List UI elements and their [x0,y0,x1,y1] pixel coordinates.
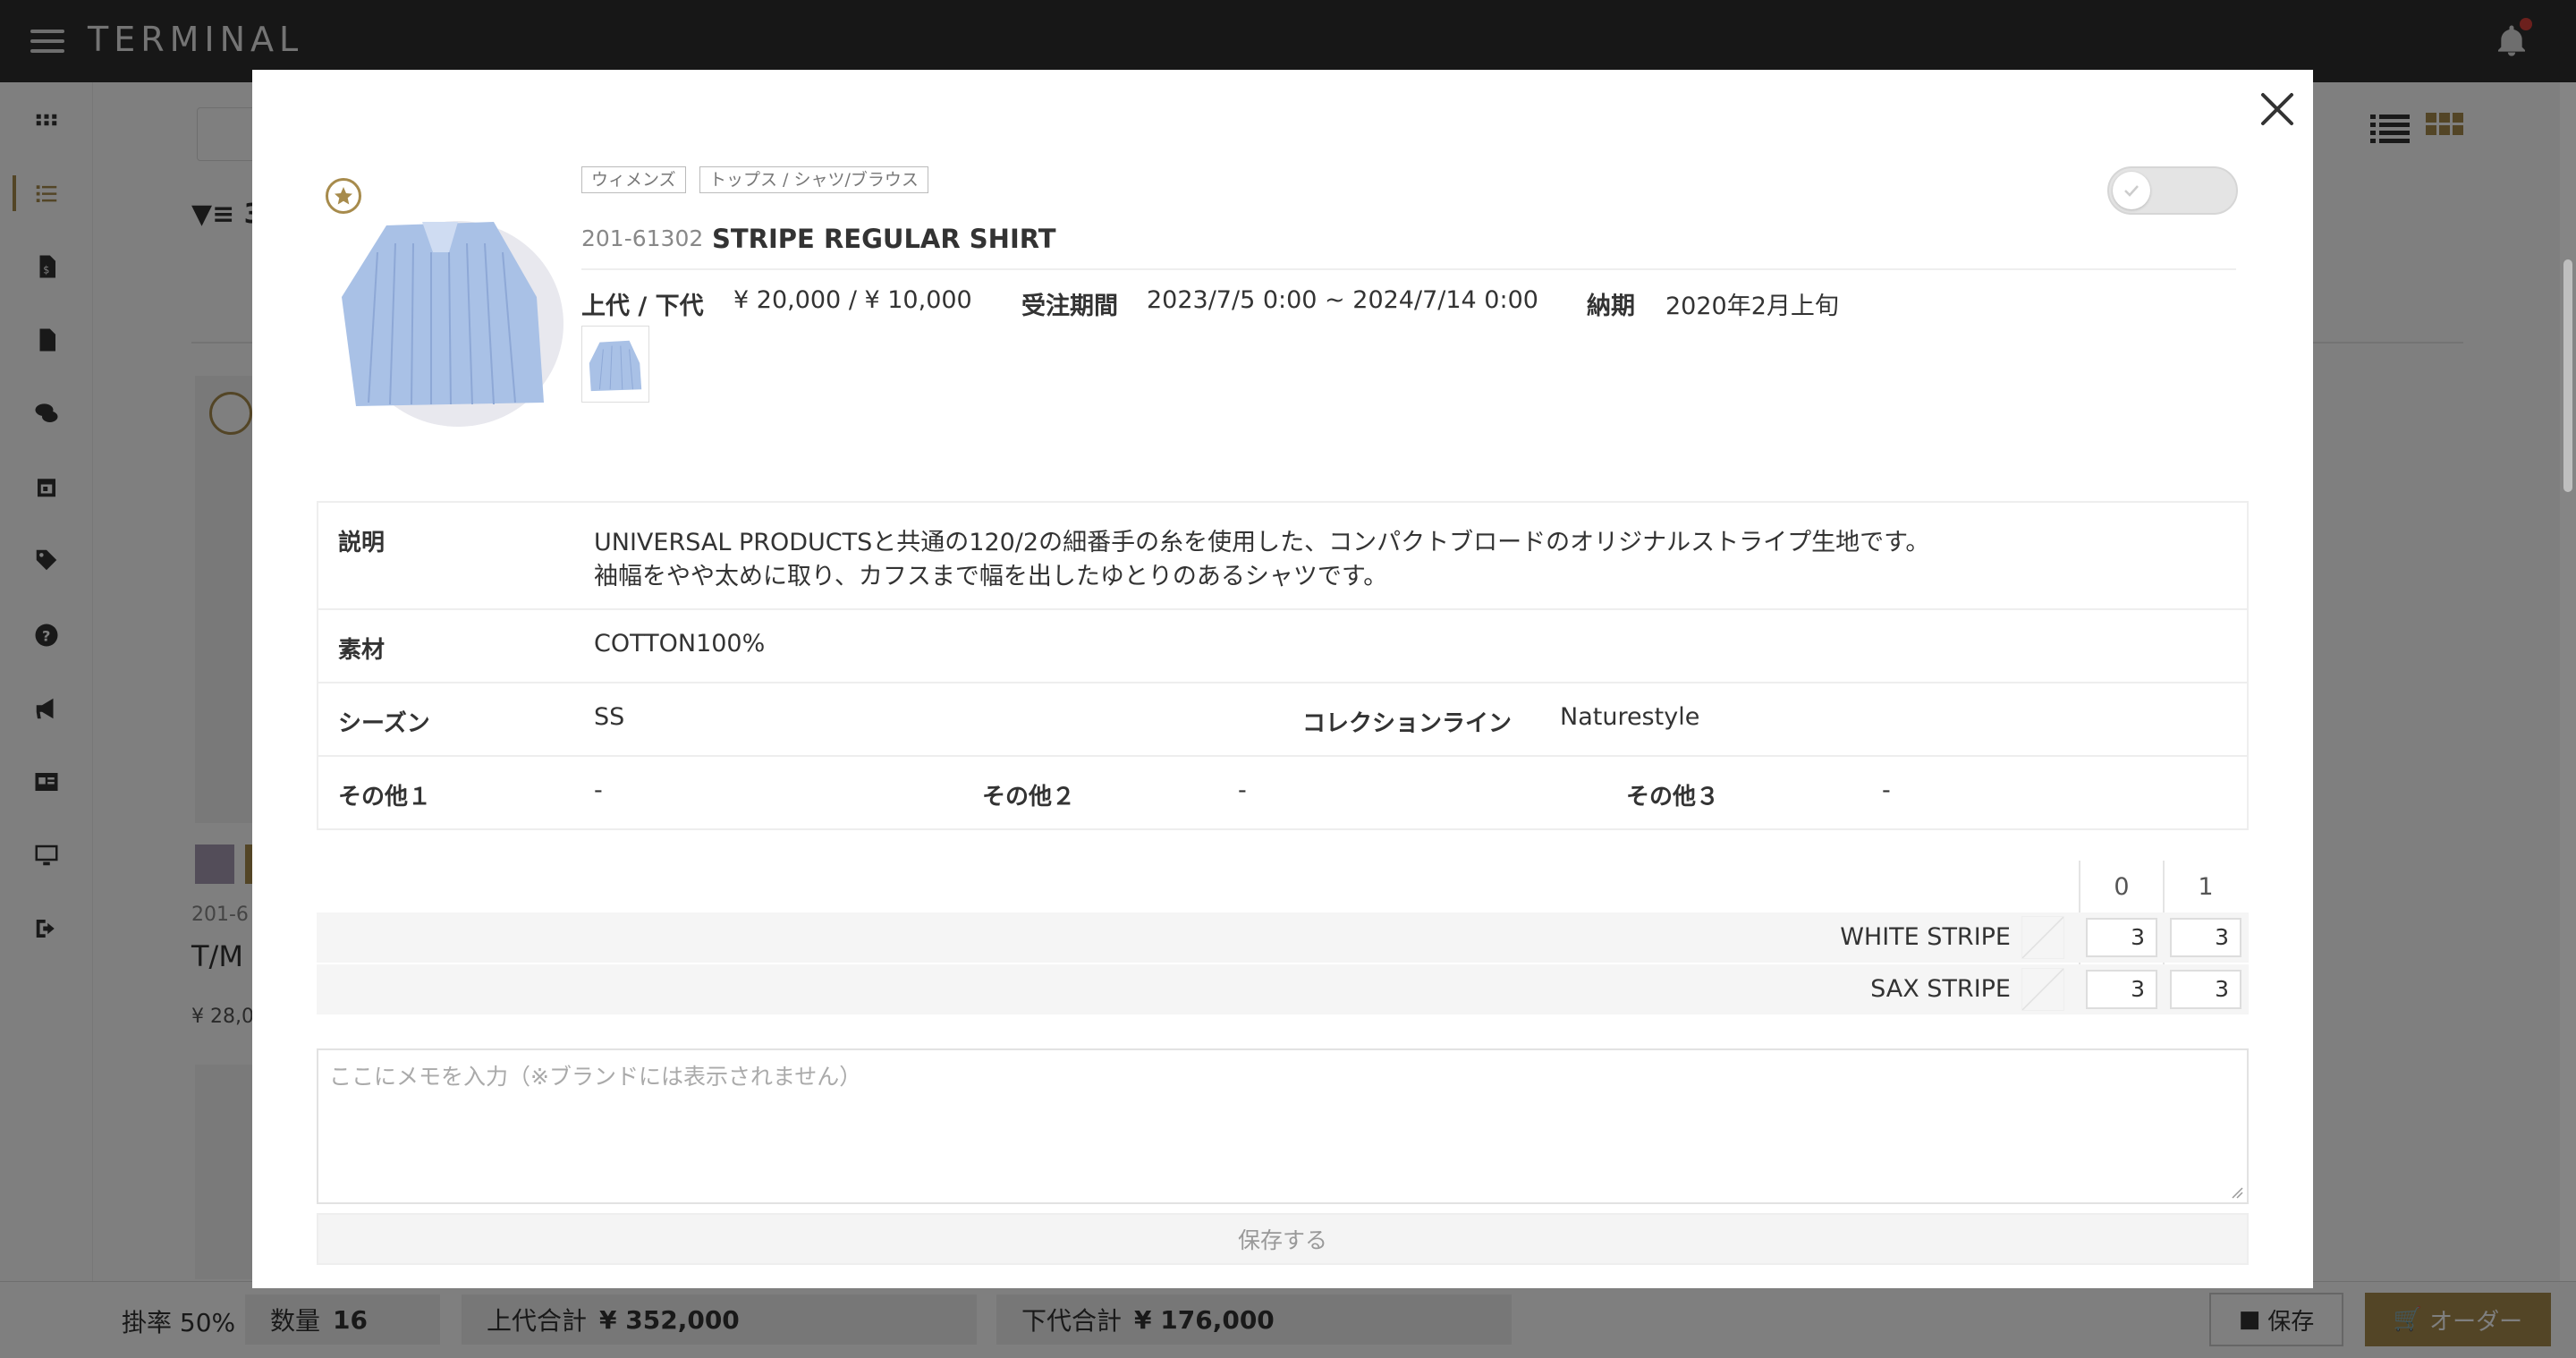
quantity-input[interactable]: 3 [2170,918,2241,957]
divider [581,268,2236,270]
quantity-input[interactable]: 3 [2170,970,2241,1009]
category-tag: トップス / シャツ/ブラウス [699,166,928,193]
season-row: シーズン SS コレクションライン Naturestyle [318,683,2247,757]
memo-textarea[interactable]: ここにメモを入力（※ブランドには表示されません） [317,1048,2249,1204]
favorite-star-icon[interactable] [326,178,361,214]
description-row: 説明 UNIVERSAL PRODUCTSと共通の120/2の細番手の糸を使用し… [318,503,2247,610]
other3-label: その他３ [1626,784,1720,811]
delivery-label: 納期 [1587,293,1635,320]
resize-handle-icon[interactable] [2231,1186,2243,1199]
collection-line-label: コレクションライン [1302,710,1513,737]
save-memo-button[interactable]: 保存する [317,1213,2249,1265]
other2-value: - [1238,777,1247,804]
description-line: 袖幅をやや太めに取り、カフスまで幅を出したゆとりのあるシャツです。 [594,563,1388,590]
other1-label: その他１ [338,784,432,811]
toggle-knob[interactable] [2113,172,2150,209]
color-swatch-empty [2021,968,2064,1011]
memo-placeholder: ここにメモを入力（※ブランドには表示されません） [329,1064,862,1090]
price-label: 上代 / 下代 [581,293,704,320]
material-value: COTTON100% [594,630,766,658]
product-details-table: 説明 UNIVERSAL PRODUCTSと共通の120/2の細番手の糸を使用し… [317,501,2249,830]
color-name: SAX STRIPE [1870,975,2011,1003]
color-row: SAX STRIPE 3 3 [317,964,2249,1014]
size-header: 1 [2198,873,2214,901]
season-value: SS [594,703,625,731]
color-row: WHITE STRIPE 3 3 [317,912,2249,963]
check-icon [2124,185,2139,197]
delivery-value: 2020年2月上旬 [1665,293,1839,320]
quantity-input[interactable]: 3 [2086,918,2157,957]
collection-line-value: Naturestyle [1560,703,1700,731]
description-label: 説明 [338,530,386,556]
material-label: 素材 [338,637,386,664]
category-tag: ウィメンズ [581,166,686,193]
color-name: WHITE STRIPE [1840,923,2011,951]
product-code: 201-61302 [581,225,704,251]
quantity-input[interactable]: 3 [2086,970,2157,1009]
color-swatch-empty [2021,916,2064,959]
product-name: STRIPE REGULAR SHIRT [712,224,1056,254]
product-thumbnail[interactable] [581,326,649,403]
favorite-toggle[interactable] [2107,166,2238,215]
close-icon[interactable] [2254,86,2301,132]
others-row: その他１ - その他２ - その他３ - [318,757,2247,828]
page-scrollbar-thumb[interactable] [2563,259,2572,492]
order-period-label: 受注期間 [1021,293,1118,320]
other3-value: - [1882,777,1891,804]
material-row: 素材 COTTON100% [318,610,2247,683]
product-main-image[interactable] [324,199,565,433]
size-header: 0 [2114,873,2130,901]
order-period-value: 2023/7/5 0:00 ~ 2024/7/14 0:00 [1147,286,1538,314]
other2-label: その他２ [982,784,1076,811]
season-label: シーズン [338,710,430,737]
description-line: UNIVERSAL PRODUCTSと共通の120/2の細番手の糸を使用した、コ… [594,529,1930,556]
other1-value: - [594,777,603,804]
price-value: ¥ 20,000 / ¥ 10,000 [733,286,972,314]
